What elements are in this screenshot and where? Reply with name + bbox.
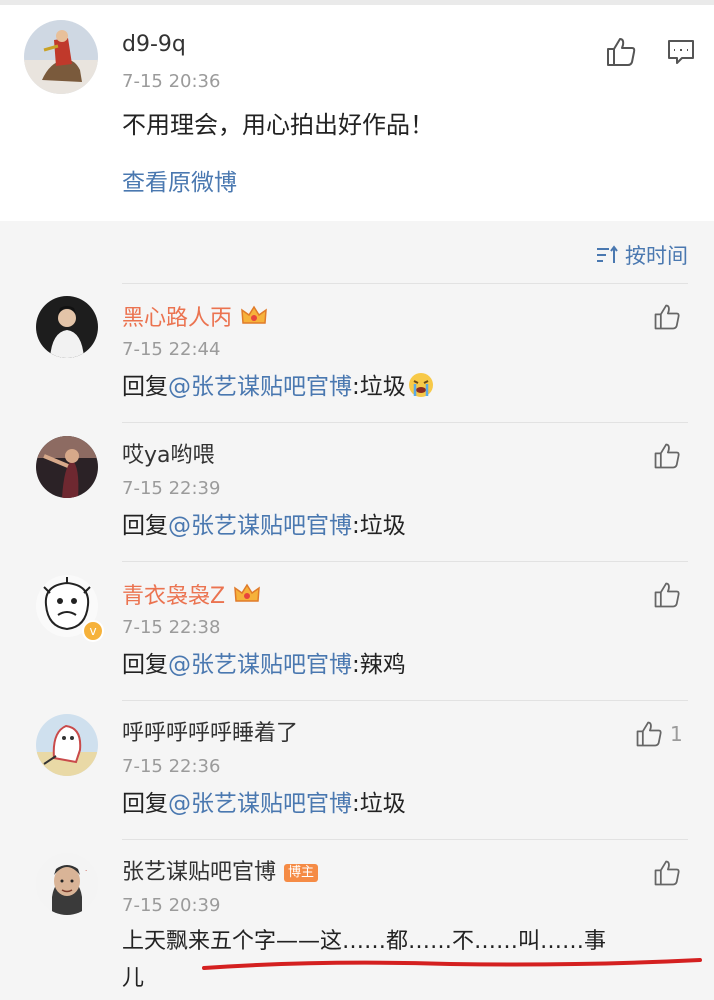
thumbs-up-icon — [654, 860, 680, 886]
comment-time: 7-15 22:36 — [122, 756, 221, 777]
comment-time: 7-15 22:44 — [122, 339, 221, 360]
divider — [122, 422, 688, 423]
comment-button[interactable] — [666, 37, 700, 71]
commenter-name[interactable]: 呼呼呼呼呼睡着了 — [122, 721, 298, 747]
comment-time: 7-15 22:39 — [122, 478, 221, 499]
thumbs-up-icon — [654, 582, 680, 608]
verified-badge: v — [82, 620, 104, 642]
divider — [122, 561, 688, 562]
comment-text: 回复@张艺谋贴吧官博:垃圾 — [122, 791, 406, 817]
divider — [122, 839, 688, 840]
comment-text-line-1: 上天飘来五个字——这……都……不……叫……事 — [122, 929, 607, 954]
comment-text-line-2: 儿 — [122, 966, 145, 991]
post-time: 7-15 20:36 — [122, 71, 221, 92]
original-post-card: d9-9q 7-15 20:36 不用理会，用心拍出好作品！ 查看原微博 — [0, 5, 714, 221]
crown-icon — [240, 304, 268, 335]
divider — [122, 283, 688, 284]
like-count: 1 — [670, 722, 683, 746]
avatar[interactable] — [36, 436, 98, 498]
avatar[interactable] — [24, 20, 98, 94]
avatar[interactable]: · — [36, 853, 98, 915]
thumbs-up-icon — [654, 304, 680, 330]
post-author-name[interactable]: d9-9q — [122, 32, 186, 58]
thumbs-up-icon — [607, 38, 636, 66]
comment-text: 回复@张艺谋贴吧官博:垃圾 — [122, 372, 434, 406]
sort-icon — [597, 245, 618, 263]
commenter-name[interactable]: 哎ya哟喂 — [122, 443, 215, 469]
mention-link[interactable]: @张艺谋贴吧官博 — [168, 791, 352, 817]
comment-text: 回复@张艺谋贴吧官博:辣鸡 — [122, 652, 406, 678]
avatar[interactable] — [36, 714, 98, 776]
crying-face-icon — [408, 372, 434, 406]
divider — [122, 700, 688, 701]
comment-text: 回复@张艺谋贴吧官博:垃圾 — [122, 513, 406, 539]
thumbs-up-icon — [636, 721, 662, 747]
like-button[interactable] — [652, 858, 686, 892]
post-text: 不用理会，用心拍出好作品！ — [122, 111, 434, 139]
like-button[interactable] — [652, 302, 686, 336]
mention-link[interactable]: @张艺谋贴吧官博 — [168, 513, 352, 539]
crown-icon — [233, 582, 261, 613]
author-badge: 博主 — [284, 864, 319, 882]
sort-label: 按时间 — [625, 244, 688, 268]
like-button[interactable] — [634, 719, 668, 753]
like-button[interactable] — [652, 580, 686, 614]
avatar[interactable] — [36, 296, 98, 358]
svg-text:·: · — [85, 867, 87, 875]
view-original-link[interactable]: 查看原微博 — [122, 168, 237, 198]
commenter-name[interactable]: 张艺谋贴吧官博 博主 — [122, 860, 319, 886]
comment-time: 7-15 20:39 — [122, 895, 221, 916]
mention-link[interactable]: @张艺谋贴吧官博 — [168, 374, 352, 400]
thumbs-up-icon — [654, 443, 680, 469]
comment-time: 7-15 22:38 — [122, 617, 221, 638]
commenter-name[interactable]: 黑心路人丙 — [122, 304, 268, 335]
sort-toggle[interactable]: 按时间 — [595, 240, 688, 270]
like-button[interactable] — [604, 35, 638, 69]
mention-link[interactable]: @张艺谋贴吧官博 — [168, 652, 352, 678]
red-underline-annotation — [202, 958, 702, 970]
commenter-name[interactable]: 青衣袅袅Z — [122, 582, 261, 613]
like-button[interactable] — [652, 441, 686, 475]
comment-icon — [668, 40, 694, 64]
